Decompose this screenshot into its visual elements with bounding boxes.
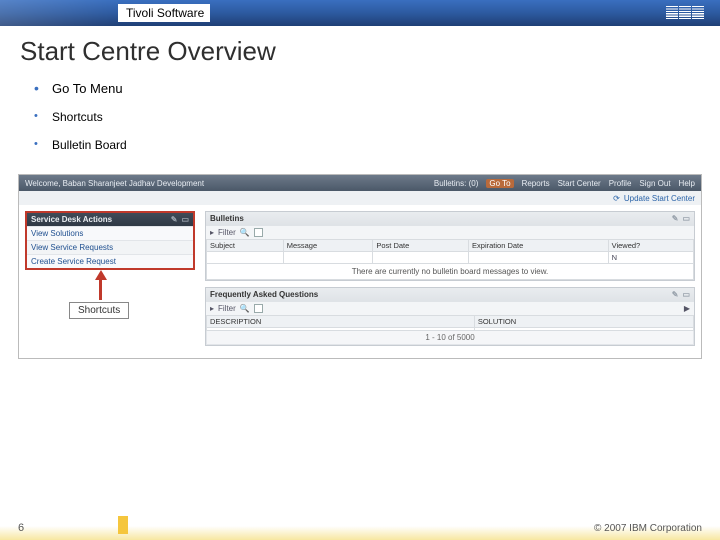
table-row: N bbox=[207, 252, 694, 264]
refresh-icon[interactable]: ⟳ bbox=[613, 194, 620, 203]
edit-icon[interactable]: ✎ bbox=[171, 215, 178, 224]
panel-tools: ✎ ▭ bbox=[672, 214, 690, 223]
bullet-list: Go To Menu Shortcuts Bulletin Board bbox=[0, 71, 720, 174]
service-desk-actions-panel: Service Desk Actions ✎ ▭ View Solutions … bbox=[25, 211, 195, 270]
footer: 6 © 2007 IBM Corporation bbox=[0, 510, 720, 540]
ibm-logo bbox=[666, 6, 704, 20]
minimize-icon[interactable]: ▭ bbox=[682, 290, 690, 299]
bulletins-filterbar: ▸ Filter 🔍 bbox=[206, 225, 694, 239]
edit-icon[interactable]: ✎ bbox=[672, 290, 679, 299]
link-view-solutions[interactable]: View Solutions bbox=[27, 226, 193, 240]
app-header: Welcome, Baban Sharanjeet Jadhav Develop… bbox=[19, 175, 701, 191]
faq-header: Frequently Asked Questions ✎ ▭ bbox=[206, 288, 694, 301]
bullet-shortcuts: Shortcuts bbox=[34, 110, 690, 124]
nav-next-icon[interactable]: ▶ bbox=[684, 304, 690, 313]
app-nav: Bulletins: (0) Go To Reports Start Cente… bbox=[434, 179, 695, 188]
bullet-bulletin: Bulletin Board bbox=[34, 138, 690, 152]
minimize-icon[interactable]: ▭ bbox=[682, 214, 690, 223]
panel-tools: ✎ ▭ bbox=[171, 215, 189, 224]
service-desk-actions-title: Service Desk Actions bbox=[31, 215, 112, 224]
welcome-text: Welcome, Baban Sharanjeet Jadhav Develop… bbox=[25, 179, 204, 188]
bulletins-panel: Bulletins ✎ ▭ ▸ Filter 🔍 Subject Message bbox=[205, 211, 695, 281]
embedded-screenshot: Welcome, Baban Sharanjeet Jadhav Develop… bbox=[18, 174, 702, 359]
filter-box-icon[interactable] bbox=[254, 228, 263, 237]
link-view-service-requests[interactable]: View Service Requests bbox=[27, 240, 193, 254]
faq-title: Frequently Asked Questions bbox=[210, 290, 318, 299]
callout-label: Shortcuts bbox=[69, 302, 129, 319]
page-number: 6 bbox=[18, 522, 24, 534]
col-solution[interactable]: SOLUTION bbox=[474, 316, 693, 328]
filter-label: Filter bbox=[218, 228, 236, 237]
update-start-center-link[interactable]: Update Start Center bbox=[624, 194, 695, 203]
col-viewed[interactable]: Viewed? bbox=[608, 240, 693, 252]
col-subject[interactable]: Subject bbox=[207, 240, 284, 252]
top-banner: Tivoli Software bbox=[0, 0, 720, 26]
nav-bulletins[interactable]: Bulletins: (0) bbox=[434, 179, 478, 188]
filter-box-icon[interactable] bbox=[254, 304, 263, 313]
filter-toggle-icon[interactable]: ▸ bbox=[210, 304, 214, 313]
filter-label: Filter bbox=[218, 304, 236, 313]
edit-icon[interactable]: ✎ bbox=[672, 214, 679, 223]
faq-table: DESCRIPTION SOLUTION bbox=[206, 315, 694, 331]
link-create-service-request[interactable]: Create Service Request bbox=[27, 254, 193, 268]
page-title: Start Centre Overview bbox=[0, 26, 720, 71]
service-desk-actions-header: Service Desk Actions ✎ ▭ bbox=[27, 213, 193, 226]
nav-help[interactable]: Help bbox=[679, 179, 695, 188]
bulletins-empty-msg: There are currently no bulletin board me… bbox=[206, 264, 694, 280]
nav-startcenter[interactable]: Start Center bbox=[558, 179, 601, 188]
nav-reports[interactable]: Reports bbox=[522, 179, 550, 188]
footer-accent bbox=[118, 516, 128, 534]
copyright: © 2007 IBM Corporation bbox=[594, 523, 702, 534]
nav-profile[interactable]: Profile bbox=[609, 179, 632, 188]
col-message[interactable]: Message bbox=[283, 240, 373, 252]
filter-toggle-icon[interactable]: ▸ bbox=[210, 228, 214, 237]
faq-filterbar: ▸ Filter 🔍 ▶ bbox=[206, 301, 694, 315]
search-icon[interactable]: 🔍 bbox=[240, 228, 250, 237]
callout: Shortcuts bbox=[25, 276, 195, 326]
app-subbar: ⟳ Update Start Center bbox=[19, 191, 701, 205]
bullet-goto: Go To Menu bbox=[34, 81, 690, 96]
bulletins-header: Bulletins ✎ ▭ bbox=[206, 212, 694, 225]
col-description[interactable]: DESCRIPTION bbox=[207, 316, 475, 328]
nav-goto[interactable]: Go To bbox=[486, 179, 513, 188]
col-expiration[interactable]: Expiration Date bbox=[469, 240, 609, 252]
faq-range: 1 - 10 of 5000 bbox=[206, 331, 694, 345]
bulletins-table: Subject Message Post Date Expiration Dat… bbox=[206, 239, 694, 264]
bulletins-title: Bulletins bbox=[210, 214, 244, 223]
faq-panel: Frequently Asked Questions ✎ ▭ ▸ Filter … bbox=[205, 287, 695, 346]
search-icon[interactable]: 🔍 bbox=[240, 304, 250, 313]
panel-tools: ✎ ▭ bbox=[672, 290, 690, 299]
nav-signout[interactable]: Sign Out bbox=[639, 179, 670, 188]
minimize-icon[interactable]: ▭ bbox=[181, 215, 189, 224]
col-postdate[interactable]: Post Date bbox=[373, 240, 469, 252]
brand-label: Tivoli Software bbox=[118, 4, 210, 22]
